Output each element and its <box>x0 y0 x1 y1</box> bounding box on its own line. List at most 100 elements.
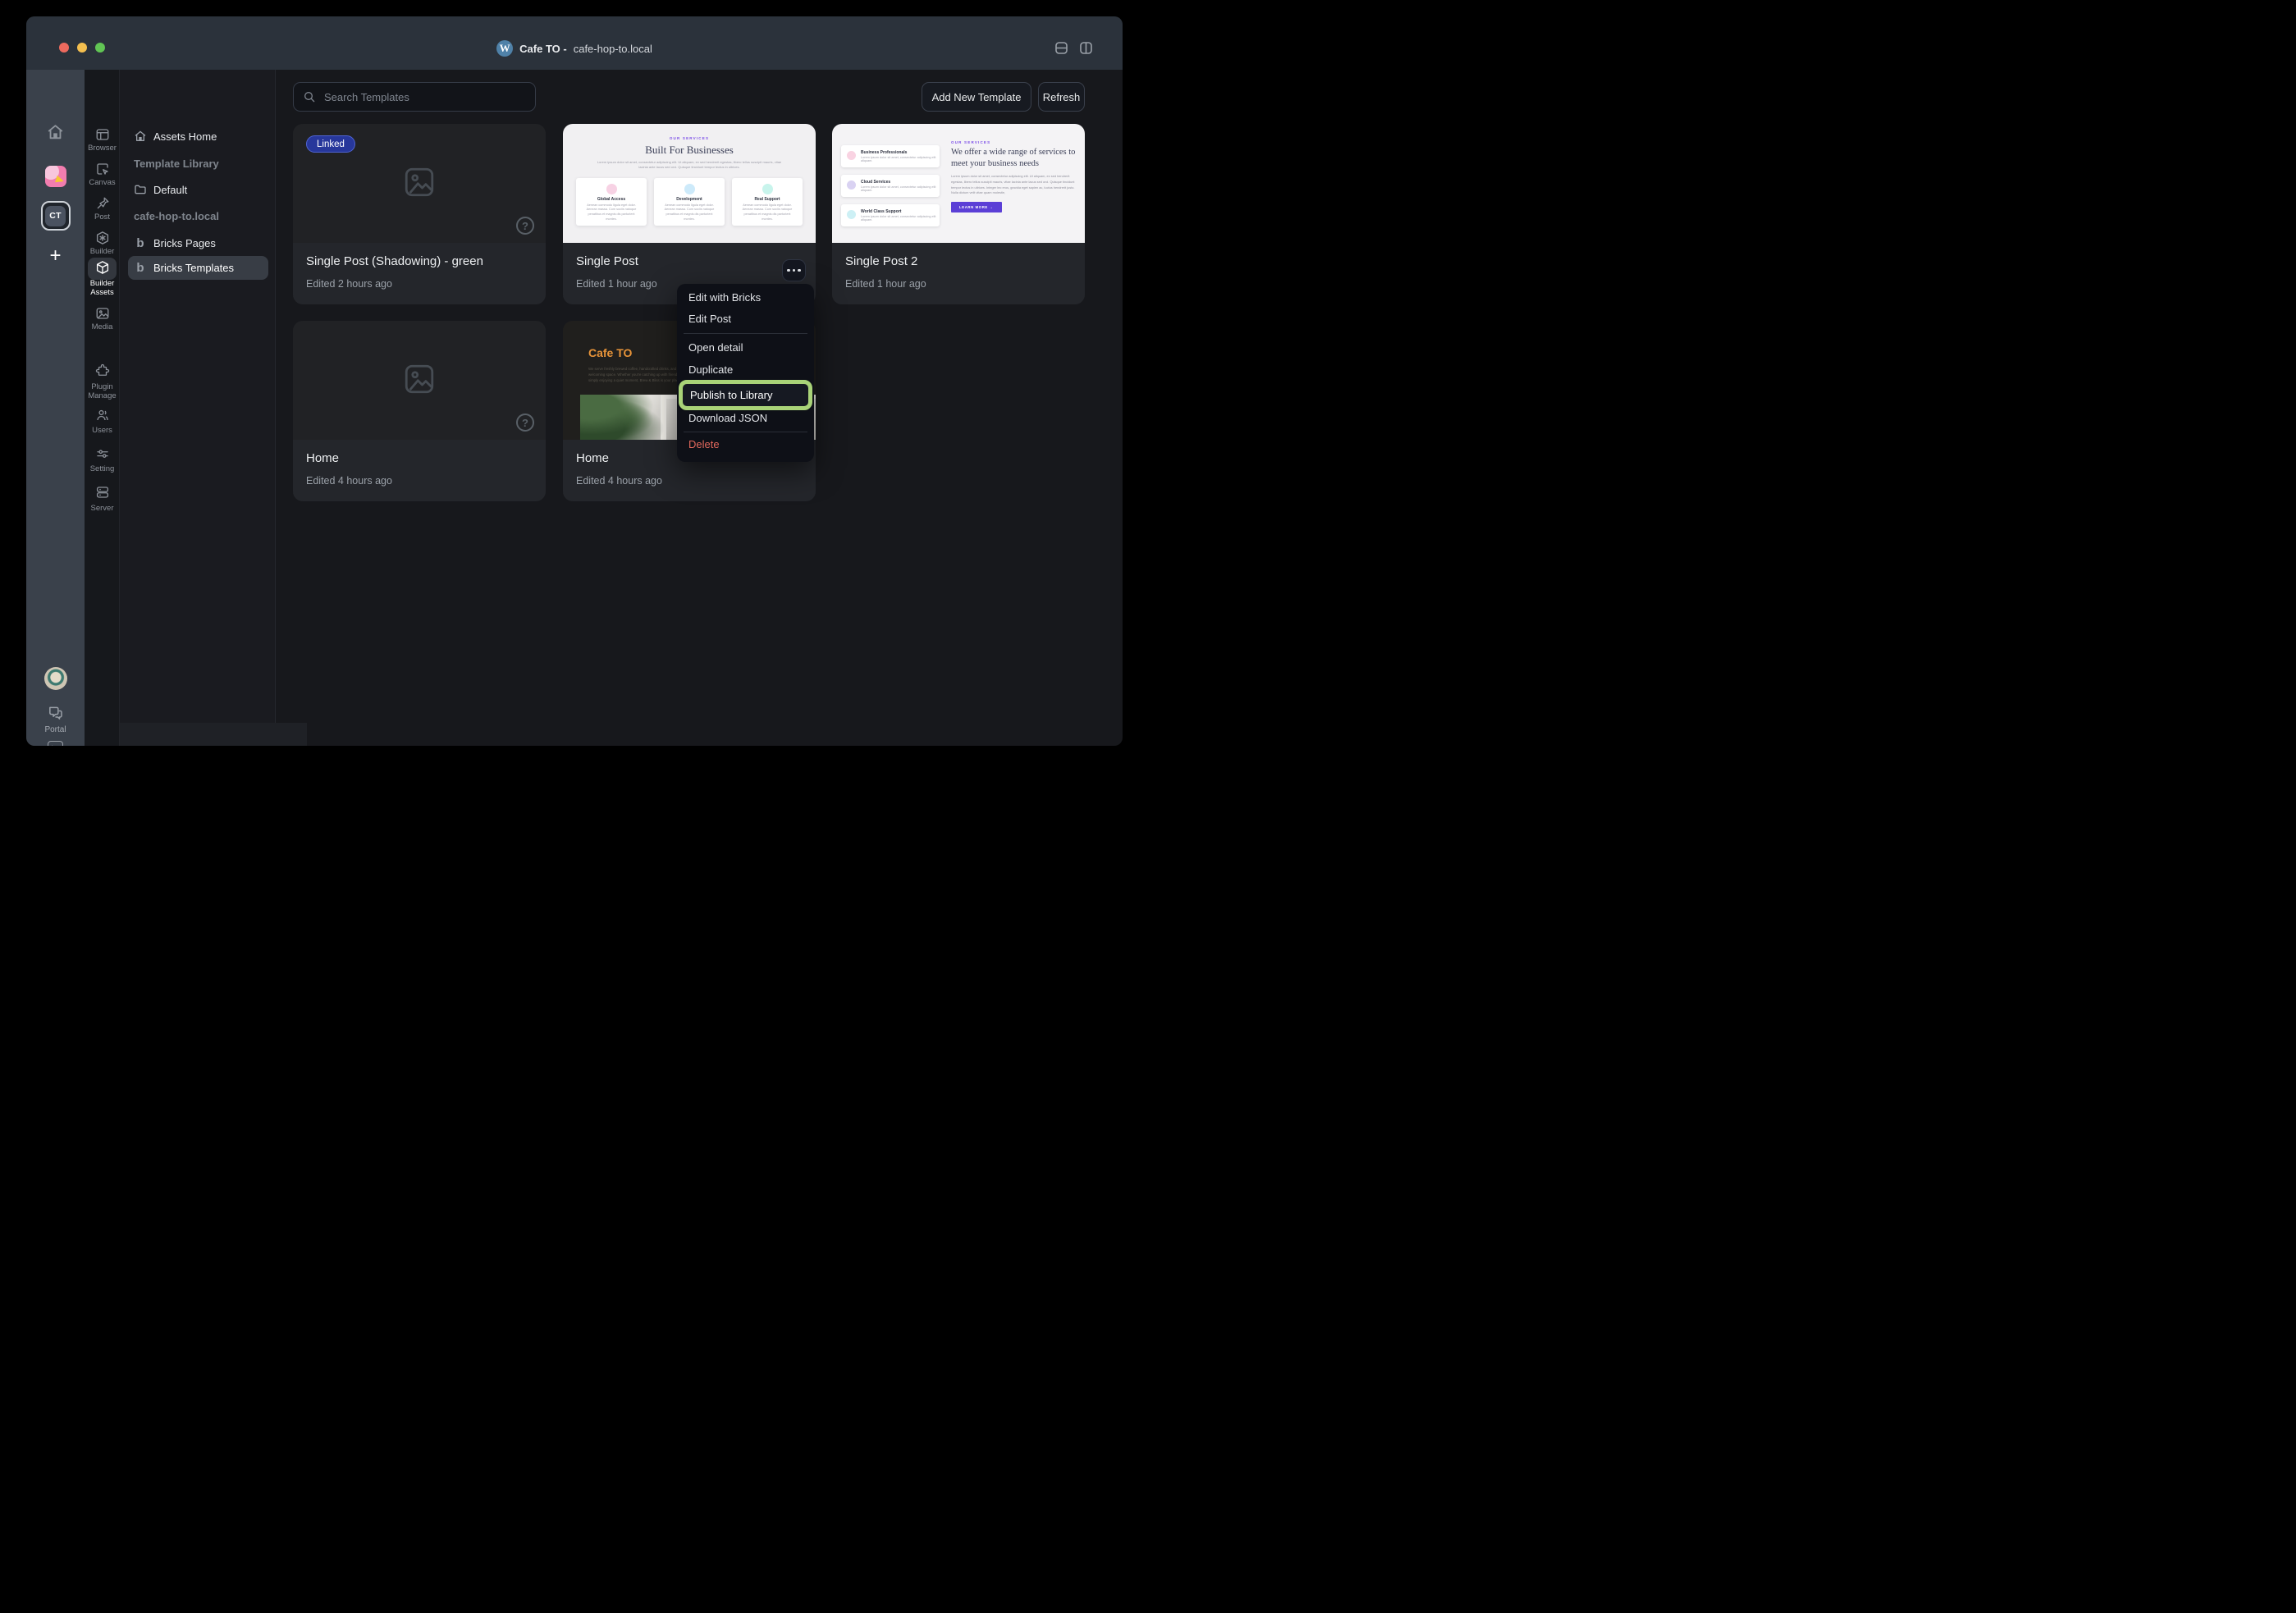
home-icon <box>46 123 65 141</box>
panel-item-assets-home[interactable]: Assets Home <box>120 126 276 146</box>
panel-item-default[interactable]: Default <box>120 180 276 199</box>
menu-item-duplicate[interactable]: Duplicate <box>677 359 814 381</box>
site-avatar: CT <box>41 201 71 231</box>
list-item-icon <box>847 151 856 160</box>
add-new-template-button[interactable]: Add New Template <box>922 82 1031 112</box>
nav-setting[interactable]: Setting <box>85 464 120 473</box>
builder-assets-icon[interactable] <box>85 260 120 275</box>
template-card-single-post-2[interactable]: Business Professionals Lorem ipsum dolor… <box>832 124 1085 304</box>
list-item-body: Lorem ipsum dolor sit amet, consectetur … <box>861 156 940 162</box>
template-title: Single Post 2 <box>845 254 917 268</box>
menu-item-edit-post[interactable]: Edit Post <box>677 308 814 330</box>
learn-more-button: LEARN MORE → <box>951 202 1002 212</box>
bricks-icon: b <box>133 262 148 274</box>
help-icon[interactable]: ? <box>516 217 534 235</box>
split-vertical-icon[interactable] <box>1080 42 1092 54</box>
nav-canvas[interactable]: Canvas <box>85 178 120 187</box>
assets-panel: Assets Home Template Library Default caf… <box>120 70 276 746</box>
nav-browser[interactable]: Browser <box>85 144 120 153</box>
cafe-line: welcoming space. Whether you're catching… <box>588 372 679 377</box>
menu-item-edit-with-bricks[interactable]: Edit with Bricks <box>677 286 814 308</box>
add-site-button[interactable]: + <box>26 248 85 264</box>
active-site-button[interactable]: CT <box>26 201 85 231</box>
portal-button[interactable] <box>26 705 85 721</box>
card-context-menu: Edit with Bricks Edit Post Open detail D… <box>677 284 814 462</box>
panel-item-bricks-templates[interactable]: b Bricks Templates <box>120 258 276 277</box>
card-more-button[interactable] <box>782 259 806 281</box>
menu-item-download-json[interactable]: Download JSON <box>677 407 814 429</box>
nav-users[interactable]: Users <box>85 426 120 435</box>
canvas-icon[interactable] <box>85 162 120 176</box>
template-card-single-post-shadowing[interactable]: Linked ? Single Post (Shadowing) - green… <box>293 124 546 304</box>
list-item-icon <box>847 180 856 190</box>
thumb-title: Built For Businesses <box>563 144 816 157</box>
nav-media[interactable]: Media <box>85 322 120 331</box>
template-edited: Edited 2 hours ago <box>306 278 392 290</box>
menu-divider <box>684 333 807 334</box>
template-edited: Edited 1 hour ago <box>845 278 926 290</box>
builder-icon[interactable] <box>85 231 120 245</box>
template-title: Single Post <box>576 254 638 268</box>
template-card-single-post[interactable]: OUR SERVICES Built For Businesses Lorem … <box>563 124 816 304</box>
wordpress-icon: W <box>496 40 513 57</box>
image-placeholder-icon <box>402 362 437 396</box>
menu-item-open-detail[interactable]: Open detail <box>677 336 814 359</box>
home-icon <box>133 130 148 143</box>
media-icon[interactable] <box>85 306 120 321</box>
template-edited: Edited 1 hour ago <box>576 278 657 290</box>
search-input[interactable] <box>322 90 515 104</box>
refresh-button[interactable]: Refresh <box>1038 82 1085 112</box>
panel-item-label: Bricks Templates <box>153 262 234 274</box>
template-title: Single Post (Shadowing) - green <box>306 254 483 268</box>
thumb-eyebrow: OUR SERVICES <box>563 136 816 140</box>
menu-item-delete[interactable]: Delete <box>677 433 814 455</box>
nav-plugin-2[interactable]: Manage <box>85 391 120 400</box>
nav-server[interactable]: Server <box>85 504 120 513</box>
server-icon[interactable] <box>85 485 120 500</box>
dev-tools-button[interactable]: >_ <box>26 741 85 746</box>
thumb-list: Business Professionals Lorem ipsum dolor… <box>841 145 940 234</box>
card-footer: Home Edited 4 hours ago <box>293 440 546 501</box>
pink-app-icon <box>45 166 66 187</box>
template-card-home[interactable]: ? Home Edited 4 hours ago <box>293 321 546 501</box>
nav-post[interactable]: Post <box>85 212 120 222</box>
split-horizontal-icon[interactable] <box>1055 42 1068 54</box>
feature-title: Development <box>654 197 725 202</box>
desktop: W Cafe TO - cafe-hop-to.local CT <box>0 0 1148 806</box>
menu-item-publish-to-library[interactable]: Publish to Library <box>683 384 808 406</box>
nav-builder-assets-1[interactable]: Builder <box>85 279 120 288</box>
portal-label: Portal <box>26 725 85 734</box>
avatar <box>44 667 67 690</box>
list-item-title: Cloud Services <box>861 180 890 185</box>
feature-icon <box>762 184 773 194</box>
app-rail: CT + Portal >_ Dev Tools <box>26 70 85 746</box>
home-button[interactable] <box>26 123 85 141</box>
help-icon[interactable]: ? <box>516 414 534 432</box>
post-icon[interactable] <box>85 196 120 211</box>
feature-icon <box>684 184 695 194</box>
template-thumbnail-services: OUR SERVICES Built For Businesses Lorem … <box>563 124 816 243</box>
nav-plugin-1[interactable]: Plugin <box>85 382 120 391</box>
thumb-eyebrow: OUR SERVICES <box>951 140 1076 144</box>
bricks-icon: b <box>133 237 148 249</box>
section-site: cafe-hop-to.local <box>134 210 219 222</box>
pinned-app-button[interactable] <box>26 166 85 187</box>
panel-item-label: Assets Home <box>153 130 217 143</box>
thumb-list-item: World Class Support Lorem ipsum dolor si… <box>841 204 940 226</box>
thumb-feature-row: Global Access Aenean commodo ligula eget… <box>563 178 816 226</box>
terminal-icon: >_ <box>48 741 63 746</box>
panel-item-bricks-pages[interactable]: b Bricks Pages <box>120 233 276 253</box>
nav-builder[interactable]: Builder <box>85 247 120 256</box>
site-domain: cafe-hop-to.local <box>574 43 652 55</box>
nav-builder-assets-2[interactable]: Assets <box>85 288 120 297</box>
template-edited: Edited 4 hours ago <box>306 475 392 487</box>
account-avatar[interactable] <box>26 667 85 690</box>
cafe-logo-text: Cafe TO <box>588 346 632 359</box>
bottom-scroll-strip[interactable] <box>120 723 307 746</box>
browser-icon[interactable] <box>85 127 120 142</box>
users-icon[interactable] <box>85 408 120 423</box>
feature-card: Global Access Aenean commodo ligula eget… <box>576 178 647 226</box>
setting-icon[interactable] <box>85 446 120 461</box>
plugin-icon[interactable] <box>85 363 120 378</box>
thumb-copy: OUR SERVICES We offer a wide range of se… <box>951 140 1076 212</box>
